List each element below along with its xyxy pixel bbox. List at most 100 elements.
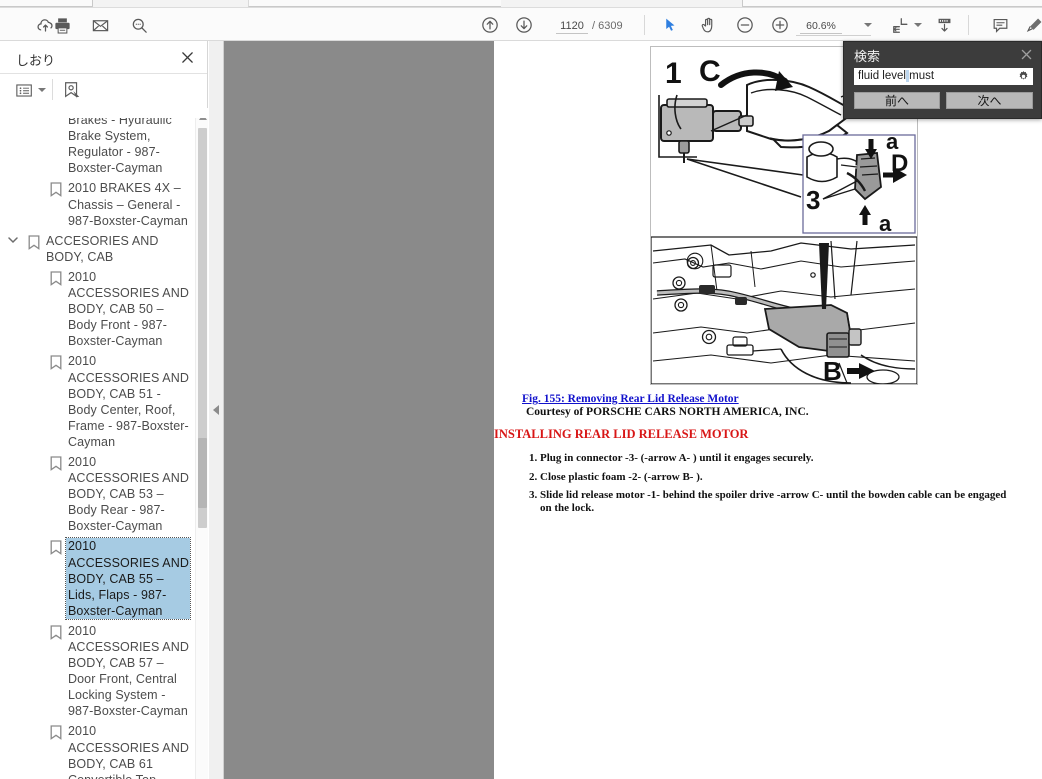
instruction-steps: Plug in connector -3- (-arrow A- ) until…: [518, 452, 1018, 521]
sidebar-scrollbar[interactable]: [195, 108, 208, 779]
figure-title-link[interactable]: Fig. 155: Removing Rear Lid Release Moto…: [522, 393, 809, 405]
search-input-wrap: fluid level must: [854, 68, 1033, 85]
chevron-down-icon[interactable]: [38, 80, 46, 100]
sidebar-collapse-handle[interactable]: [209, 41, 224, 779]
bookmark-item-label: 2010 BRAKES 4X – Chassis – General - 987…: [68, 181, 188, 228]
page-total-label: / 6309: [592, 20, 623, 32]
bookmarks-sidebar: しおり Brakes - Hydraulic Brake System, Reg…: [0, 41, 208, 779]
email-icon[interactable]: [88, 13, 112, 37]
bookmark-item[interactable]: 2010 ACCESSORIES AND BODY, CAB 61 Conver…: [0, 721, 208, 779]
svg-text:3: 3: [806, 185, 820, 215]
bookmark-icon: [46, 269, 66, 286]
bookmark-item-label: 2010 ACCESSORIES AND BODY, CAB 51 - Body…: [68, 354, 189, 449]
figure-caption: Fig. 155: Removing Rear Lid Release Moto…: [522, 393, 809, 418]
close-icon[interactable]: [1019, 47, 1033, 61]
bookmark-icon: [46, 353, 66, 371]
bookmark-item[interactable]: 2010 ACCESSORIES AND BODY, CAB 57 – Door…: [0, 621, 208, 722]
search-popup-title: 検索: [854, 49, 881, 64]
bookmark-item-label: ACCESORIES AND BODY, CAB: [46, 233, 159, 264]
figure-courtesy: Courtesy of PORSCHE CARS NORTH AMERICA, …: [526, 406, 809, 418]
twisty-spacer: [24, 353, 46, 356]
bookmark-item[interactable]: 2010 ACCESSORIES AND BODY, CAB 50 – Body…: [0, 267, 208, 351]
zoom-out-icon[interactable]: [733, 13, 757, 37]
svg-text:a: a: [879, 211, 892, 236]
close-icon[interactable]: [179, 49, 195, 65]
print-icon[interactable]: [50, 13, 74, 37]
bookmark-icon: [46, 623, 66, 640]
svg-text:D: D: [891, 150, 908, 177]
pdf-page: 1 C a D a 3 B Fig. 155: Removing Rear Li…: [494, 41, 1042, 779]
bookmark-icon: [46, 538, 66, 556]
section-heading: INSTALLING REAR LID RELEASE MOTOR: [494, 427, 749, 441]
page-down-icon[interactable]: [512, 13, 536, 37]
svg-text:B: B: [823, 356, 842, 384]
search-query-before: fluid level: [858, 70, 906, 82]
scroll-mode-icon[interactable]: [932, 13, 956, 37]
page-separator: /: [592, 20, 596, 32]
highlighter-icon[interactable]: [1022, 13, 1042, 37]
page-up-icon[interactable]: [478, 13, 502, 37]
bookmark-icon: [46, 180, 66, 198]
comment-icon[interactable]: [988, 13, 1012, 37]
bookmark-list[interactable]: 2010 BRAKES 47 – Brakes - Hydraulic Brak…: [0, 108, 208, 779]
bookmark-item[interactable]: 2010 ACCESSORIES AND BODY, CAB 51 - Body…: [0, 351, 208, 452]
scrollbar-thumb[interactable]: [198, 438, 207, 508]
tab-item-2[interactable]: [248, 0, 501, 7]
search-query-after: must: [909, 70, 935, 82]
search-icon[interactable]: [127, 13, 151, 37]
chevron-down-icon[interactable]: [2, 233, 24, 244]
chevron-down-icon[interactable]: [906, 13, 930, 37]
instruction-step: Close plastic foam -2- (-arrow B- ).: [540, 471, 1018, 484]
browser-tab-strip: [0, 0, 1042, 8]
bookmark-item-label: 2010 ACCESSORIES AND BODY, CAB 53 – Body…: [68, 454, 189, 534]
bookmark-item[interactable]: 2010 ACCESSORIES AND BODY, CAB 55 – Lids…: [0, 536, 208, 620]
bookmark-item-label: 2010 BRAKES 47 – Brakes - Hydraulic Brak…: [68, 108, 179, 176]
gear-icon[interactable]: [1017, 70, 1030, 83]
bookmark-icon: [46, 723, 66, 741]
sidebar-toolbar-divider: [52, 79, 53, 100]
bookmark-item-label: 2010 ACCESSORIES AND BODY, CAB 55 – Lids…: [65, 537, 191, 620]
sidebar-toolbar: [0, 74, 207, 107]
bookmark-item[interactable]: 2010 ACCESSORIES AND BODY, CAB 53 – Body…: [0, 452, 208, 536]
svg-text:C: C: [699, 55, 721, 88]
twisty-spacer: [24, 623, 46, 626]
sidebar-title: しおり: [16, 53, 56, 68]
twisty-spacer: [24, 180, 46, 183]
hand-tool-icon[interactable]: [696, 13, 720, 37]
toolbar-divider-2: [968, 15, 969, 35]
tab-item-1[interactable]: [0, 0, 93, 7]
toolbar-divider-1: [644, 15, 645, 35]
search-popup: 検索 fluid level must 前へ 次へ: [843, 41, 1042, 119]
bookmark-icon: [46, 454, 66, 471]
tab-item-3[interactable]: [742, 0, 1042, 7]
page-number-input[interactable]: [556, 19, 588, 34]
bookmark-item-label: 2010 ACCESSORIES AND BODY, CAB 61 Conver…: [68, 724, 189, 779]
search-prev-button[interactable]: 前へ: [854, 92, 940, 109]
search-next-button[interactable]: 次へ: [946, 92, 1033, 109]
search-input[interactable]: fluid level must: [856, 68, 1008, 85]
document-viewport[interactable]: 1 C a D a 3 B Fig. 155: Removing Rear Li…: [224, 41, 1042, 779]
main-toolbar: / 6309: [0, 8, 1042, 41]
bookmark-item[interactable]: ACCESORIES AND BODY, CAB: [0, 231, 208, 267]
instruction-step: Plug in connector -3- (-arrow A- ) until…: [540, 452, 1018, 465]
chevron-down-icon[interactable]: [856, 13, 880, 37]
pdf-viewer-window: / 6309: [0, 0, 1042, 779]
sidebar-header: しおり: [0, 41, 207, 74]
bookmark-item-label: 2010 ACCESSORIES AND BODY, CAB 57 – Door…: [68, 623, 189, 719]
twisty-spacer: [24, 269, 46, 272]
svg-text:1: 1: [665, 57, 682, 90]
select-tool-icon[interactable]: [658, 13, 682, 37]
bookmark-list-clip: [0, 108, 208, 118]
chevron-left-icon: [213, 405, 219, 415]
twisty-spacer: [24, 538, 46, 541]
zoom-in-icon[interactable]: [768, 13, 792, 37]
bookmark-item[interactable]: 2010 BRAKES 47 – Brakes - Hydraulic Brak…: [0, 108, 208, 178]
bookmark-icon: [24, 233, 44, 250]
bookmark-options-icon[interactable]: [16, 80, 33, 100]
bookmark-expand-icon[interactable]: [62, 80, 82, 100]
zoom-level-input[interactable]: [800, 19, 842, 34]
instruction-step: Slide lid release motor -1- behind the s…: [540, 489, 1018, 515]
page-total-value: 6309: [598, 20, 623, 32]
twisty-spacer: [24, 723, 46, 726]
bookmark-item[interactable]: 2010 BRAKES 4X – Chassis – General - 987…: [0, 178, 208, 230]
